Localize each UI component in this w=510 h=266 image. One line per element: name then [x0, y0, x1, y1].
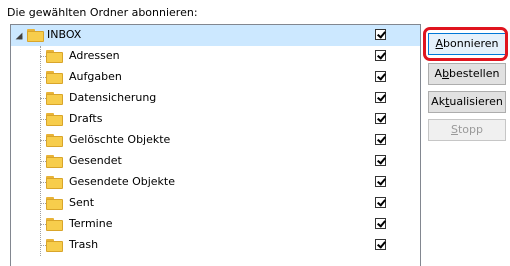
checkbox-checked-icon[interactable] — [375, 92, 386, 103]
tree-item-label: Trash — [69, 238, 99, 251]
checkbox-checked-icon[interactable] — [375, 239, 386, 250]
tree-item-label: Gesendet — [69, 154, 122, 167]
checkbox-checked-icon[interactable] — [375, 29, 386, 40]
folder-icon — [46, 197, 63, 210]
folder-icon — [46, 176, 63, 189]
tree-item-adressen[interactable]: Adressen — [11, 46, 420, 67]
highlight-ring — [423, 27, 508, 61]
tree-item-label: INBOX — [47, 28, 82, 41]
checkbox-checked-icon[interactable] — [375, 134, 386, 145]
tree-item-label: Aufgaben — [69, 70, 122, 83]
folder-icon — [46, 239, 63, 252]
checkbox-checked-icon[interactable] — [375, 113, 386, 124]
tree-item-label: Sent — [69, 196, 95, 209]
tree-item-aufgaben[interactable]: Aufgaben — [11, 67, 420, 88]
folder-icon — [46, 155, 63, 168]
tree-item-termine[interactable]: Termine — [11, 214, 420, 235]
checkbox-checked-icon[interactable] — [375, 71, 386, 82]
tree-item-label: Drafts — [69, 112, 103, 125]
tree-item-inbox[interactable]: INBOX — [11, 25, 420, 46]
tree-item-trash[interactable]: Trash — [11, 235, 420, 256]
checkbox-checked-icon[interactable] — [375, 176, 386, 187]
tree-item-label: Datensicherung — [69, 91, 157, 104]
tree-item-drafts[interactable]: Drafts — [11, 109, 420, 130]
tree-item-datensicherung[interactable]: Datensicherung — [11, 88, 420, 109]
unsubscribe-button[interactable]: Abbestellen — [428, 63, 506, 85]
checkbox-checked-icon[interactable] — [375, 197, 386, 208]
folder-tree[interactable]: INBOX Adressen Aufgaben Datensicherung D… — [10, 24, 421, 266]
folder-icon — [46, 50, 63, 63]
folder-subscribe-caption: Die gewählten Ordner abonnieren: — [7, 6, 198, 19]
tree-item-label: Termine — [69, 217, 113, 230]
checkbox-checked-icon[interactable] — [375, 218, 386, 229]
tree-item-label: Gesendete Objekte — [69, 175, 176, 188]
tree-item-sent[interactable]: Sent — [11, 193, 420, 214]
folder-icon — [46, 71, 63, 84]
tree-item-gesendet[interactable]: Gesendet — [11, 151, 420, 172]
folder-icon — [46, 92, 63, 105]
folder-icon — [27, 29, 44, 42]
tree-item-gesendete-objekte[interactable]: Gesendete Objekte — [11, 172, 420, 193]
checkbox-checked-icon[interactable] — [375, 155, 386, 166]
tree-item-geloeschte-objekte[interactable]: Gelöschte Objekte — [11, 130, 420, 151]
folder-icon — [46, 134, 63, 147]
folder-icon — [46, 218, 63, 231]
expand-triangle-icon[interactable] — [15, 32, 23, 40]
stop-button[interactable]: Stopp — [428, 119, 506, 141]
tree-item-label: Gelöschte Objekte — [69, 133, 171, 146]
refresh-button[interactable]: Aktualisieren — [428, 91, 506, 113]
folder-icon — [46, 113, 63, 126]
tree-item-label: Adressen — [69, 49, 120, 62]
checkbox-checked-icon[interactable] — [375, 50, 386, 61]
